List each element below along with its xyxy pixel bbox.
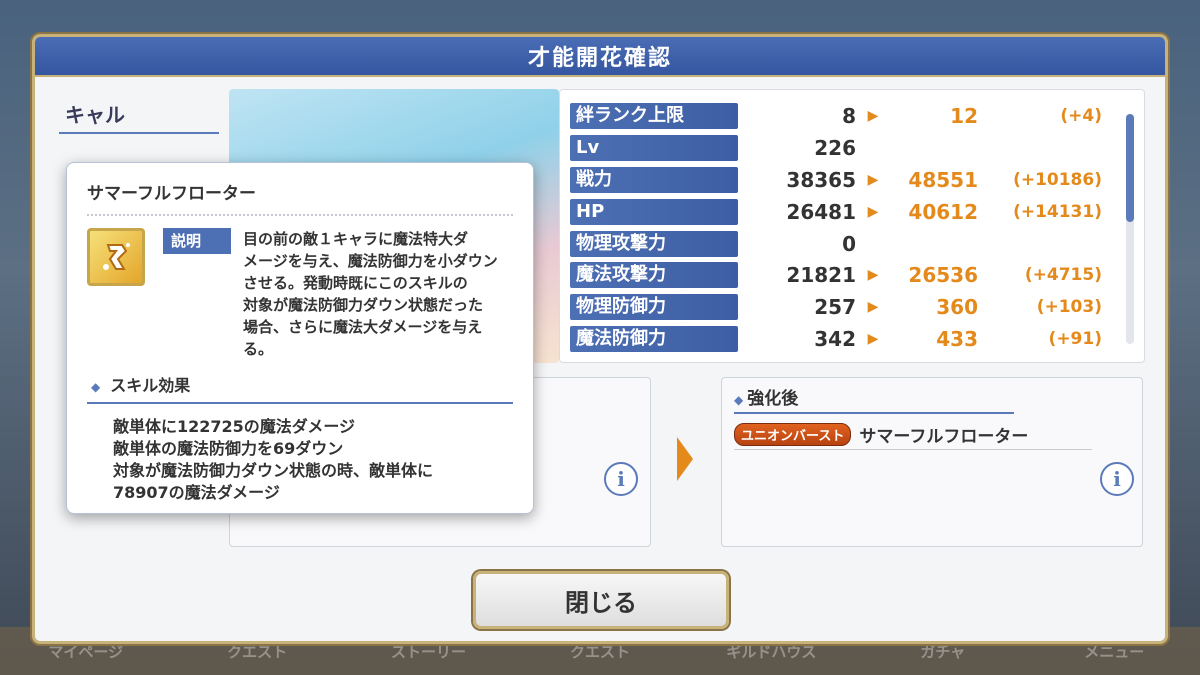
arrow-right-icon: ▶ (867, 107, 879, 124)
stat-after: 48551 (908, 167, 978, 192)
after-skill-line: ユニオンバースト サマーフルフローター (734, 420, 1092, 450)
info-icon[interactable]: i (604, 462, 638, 496)
skill-effect-list: 敵単体に122725の魔法ダメージ 敵単体の魔法防御力を69ダウン 対象が魔法防… (87, 416, 513, 504)
skill-icon-graphic (103, 243, 130, 270)
arrow-right-icon: ▶ (867, 331, 879, 348)
after-panel-title-text: 強化後 (747, 389, 799, 409)
diamond-icon: ◆ (734, 393, 744, 407)
stat-row: 絆ランク上限 8 ▶ 12 (+4) (570, 100, 1134, 132)
effect-line: 敵単体の魔法防御力を69ダウン (113, 439, 344, 458)
arrow-right-icon: ▶ (867, 171, 879, 188)
stat-diff: (+4715) (1024, 265, 1102, 286)
description-line: させる。発動時既にこのスキルの (243, 274, 468, 292)
stat-diff: (+91) (1048, 329, 1102, 350)
stat-row: 魔法攻撃力 21821 ▶ 26536 (+4715) (570, 259, 1134, 291)
stat-diff: (+103) (1036, 297, 1102, 318)
popup-body: 説明 目の前の敵１キャラに魔法特大ダ メージを与え、魔法防御力を小ダウン させる… (87, 228, 513, 360)
stat-before: 8 (842, 103, 856, 128)
diamond-icon: ◆ (91, 380, 101, 394)
arrow-right-icon: ▶ (867, 299, 879, 316)
scrollbar-thumb[interactable] (1126, 114, 1134, 222)
skill-description: 目の前の敵１キャラに魔法特大ダ メージを与え、魔法防御力を小ダウン させる。発動… (243, 228, 498, 360)
after-skill-name: サマーフルフローター (859, 427, 1029, 447)
description-line: 目の前の敵１キャラに魔法特大ダ (243, 230, 469, 248)
description-line: る。 (243, 340, 274, 358)
stat-after: 40612 (908, 199, 978, 224)
description-line: メージを与え、魔法防御力を小ダウン (243, 252, 498, 270)
stat-label: 物理防御力 (570, 294, 738, 321)
stat-label: Lv (570, 134, 738, 161)
stat-row: 物理攻撃力 0 (570, 228, 1134, 260)
stat-diff: (+14131) (1013, 201, 1102, 222)
character-name: キャル (59, 99, 219, 134)
stat-row: HP 26481 ▶ 40612 (+14131) (570, 196, 1134, 228)
description-line: 対象が魔法防御力ダウン状態だった (243, 296, 484, 314)
skill-detail-popup: サマーフルフローター 説明 目の前の敵１キャラに魔法特大ダ メージを与え、魔法防… (66, 162, 534, 514)
stat-before: 342 (814, 327, 856, 352)
stat-after: 26536 (908, 263, 978, 288)
skill-effect-heading-text: スキル効果 (110, 376, 191, 395)
stat-row: 物理防御力 257 ▶ 360 (+103) (570, 291, 1134, 323)
effect-line: 78907の魔法ダメージ (113, 483, 280, 502)
stat-before: 38365 (786, 167, 856, 192)
skill-effect-heading: ◆ スキル効果 (87, 372, 513, 404)
arrow-right-icon: ▶ (867, 203, 879, 220)
stats-panel: 絆ランク上限 8 ▶ 12 (+4) Lv 226 戦力 38365 ▶ 485… (559, 89, 1145, 363)
close-button[interactable]: 閉じる (473, 571, 729, 629)
stats-scrollbar[interactable] (1126, 114, 1134, 344)
stat-before: 26481 (786, 199, 856, 224)
stat-label: 戦力 (570, 166, 738, 193)
stat-before: 257 (814, 295, 856, 320)
arrow-right-icon: ▶ (867, 267, 879, 284)
transition-arrow-icon (677, 437, 693, 481)
after-skill-panel: ◆ 強化後 ユニオンバースト サマーフルフローター i (721, 377, 1143, 547)
popup-title: サマーフルフローター (87, 184, 256, 204)
skill-icon (87, 228, 145, 286)
stat-before: 0 (842, 231, 856, 256)
stat-row: 戦力 38365 ▶ 48551 (+10186) (570, 164, 1134, 196)
dialog-title: 才能開花確認 (35, 37, 1165, 77)
info-icon[interactable]: i (1100, 462, 1134, 496)
stat-diff: (+10186) (1013, 169, 1102, 190)
after-panel-title: ◆ 強化後 (734, 384, 1014, 414)
stat-label: 魔法攻撃力 (570, 262, 738, 289)
description-label: 説明 (163, 228, 231, 254)
stat-label: 物理攻撃力 (570, 230, 738, 257)
stat-row: 魔法防御力 342 ▶ 433 (+91) (570, 323, 1134, 355)
stat-before: 21821 (786, 263, 856, 288)
stat-after: 360 (936, 295, 978, 320)
stat-diff: (+4) (1060, 105, 1102, 126)
description-line: 場合、さらに魔法大ダメージを与え (243, 318, 483, 336)
stat-label: 魔法防御力 (570, 326, 738, 353)
stat-after: 12 (950, 103, 978, 128)
stat-label: 絆ランク上限 (570, 102, 738, 129)
stat-row: Lv 226 (570, 132, 1134, 164)
stat-after: 433 (936, 327, 978, 352)
dotted-divider (87, 214, 513, 216)
union-burst-badge: ユニオンバースト (734, 423, 852, 446)
effect-line: 対象が魔法防御力ダウン状態の時、敵単体に (113, 461, 434, 480)
effect-line: 敵単体に122725の魔法ダメージ (113, 417, 355, 436)
stat-label: HP (570, 198, 738, 225)
stat-before: 226 (814, 135, 856, 160)
